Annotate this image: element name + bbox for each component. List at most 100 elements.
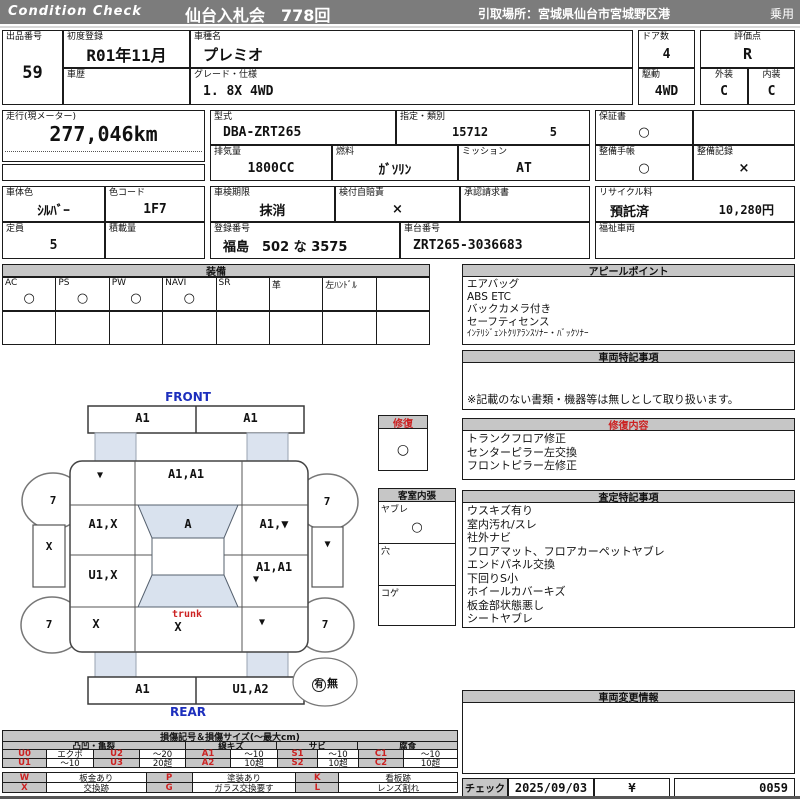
change-info-header: 車両変更情報 — [462, 690, 795, 704]
separator — [0, 26, 800, 28]
legend-row-2: U1 〜10 U3 20超 A2 10超 S2 10超 C2 10超 — [2, 758, 458, 769]
lot-number-value: 59 — [22, 62, 43, 83]
check-date: 2025/09/03 — [514, 780, 588, 795]
legend-code: U3 — [93, 758, 140, 768]
sheet-number-box: 0059 — [674, 778, 795, 797]
repair-content-panel: 修復内容 トランクフロア修正 センターピラー左交換 フロントピラー左修正 — [462, 418, 795, 480]
field-maintenance-record: 整備記録 × — [693, 145, 795, 181]
maintenance-book-value: ○ — [638, 160, 650, 176]
equipment-cell-leather: 革 — [270, 278, 324, 310]
field-transmission: ミッション AT — [458, 145, 590, 181]
transmission-value: AT — [516, 160, 532, 176]
tire-depth-front-right: 7 — [323, 495, 331, 508]
mark-rear-door-right: A1,A1 ▼ — [243, 560, 305, 585]
assessment-line: 下回りS小 — [467, 571, 518, 585]
mark-hood-center: A1,A1 — [167, 467, 205, 481]
repair-line: フロントピラー左修正 — [467, 459, 577, 472]
legend-marks-row-2: X 交換跡 G ガラス交換要す L レンズ割れ — [2, 782, 458, 794]
equipment-blank-value — [377, 287, 429, 310]
appeal-line: ｲﾝﾃﾘｼﾞｪﾝﾄｸﾘｱﾗﾝｽｿﾅｰ・ﾊﾞｯｸｿﾅｰ — [467, 329, 589, 339]
vehicle-notes-disclaimer: ※記載のない書類・機器等は無しとして取り扱います。 — [467, 393, 739, 406]
appeal-points-list: エアバッグ ABS ETC バックカメラ付き セーフティセンス ｲﾝﾃﾘｼﾞｪﾝ… — [467, 278, 791, 341]
exterior-grade-value: C — [720, 84, 728, 99]
body-color-value: ｼﾙﾊﾞｰ — [37, 203, 70, 219]
field-capacity: 定員 5 — [2, 222, 105, 259]
field-approval-request: 承認請求書 — [460, 186, 590, 222]
class-number-value: 15712 — [452, 125, 489, 139]
interior-grade-value: C — [767, 84, 776, 99]
assessment-line: フロアマット、フロアカーペットヤブレ — [467, 544, 665, 558]
equipment-empty-cell — [323, 312, 377, 344]
legend-mark-code: L — [295, 782, 340, 793]
field-lot-number: 出品番号 59 — [2, 30, 63, 105]
mark-side-left: X — [45, 540, 53, 553]
score-value: R — [742, 45, 753, 63]
inspection-expiry-value: 抹消 — [259, 203, 286, 219]
mark-rear-door-left: U1,X — [88, 568, 118, 582]
legend-mark-desc: レンズ割れ — [338, 782, 458, 794]
legend-code: A2 — [185, 758, 231, 768]
field-load-capacity: 積載量 — [105, 222, 205, 259]
field-insurance: 検付自賠責 × — [335, 186, 460, 222]
legend-size: 10超 — [230, 758, 278, 769]
tire-depth-front-left: 7 — [49, 494, 57, 507]
equipment-cell-sr: SR — [217, 278, 270, 310]
color-code-value: 1F7 — [143, 201, 167, 217]
equipment-leather-value — [270, 287, 322, 310]
equipment-empty-cell — [110, 312, 164, 344]
field-color-code: 色コード 1F7 — [105, 186, 205, 222]
field-score: 評価点 R — [700, 30, 795, 68]
front-pillar-left-shape — [94, 432, 137, 462]
model-code-value: DBA-ZRT265 — [223, 125, 302, 140]
vehicle-category: 乗用 — [769, 7, 794, 21]
appeal-line: バックカメラ付き — [467, 303, 551, 315]
equipment-header: 装備 — [2, 264, 430, 278]
field-displacement: 排気量 1800CC — [210, 145, 332, 181]
equipment-ac-value: ○ — [23, 291, 35, 306]
fuel-value: ｶﾞｿﾘﾝ — [378, 162, 412, 178]
doors-value: 4 — [662, 46, 671, 62]
legend-code: S2 — [277, 758, 318, 768]
field-grade: グレード・仕様 1. 8X 4WD — [190, 68, 633, 105]
appeal-line: セーフティセンス — [467, 315, 550, 328]
check-inspector-mark: ¥ — [628, 780, 636, 795]
registration-number-value: 福島 502 な 3575 — [223, 240, 348, 255]
drive-value: 4WD — [654, 84, 679, 99]
equipment-sr-value — [217, 287, 269, 310]
field-model-name: 車種名 プレミオ — [190, 30, 633, 68]
equipment-empty-cell — [377, 312, 429, 344]
assessment-notes-header: 査定特記事項 — [462, 490, 795, 504]
equipment-ps-value: ○ — [76, 291, 89, 306]
chassis-number-value: ZRT265-3036683 — [413, 238, 523, 253]
vehicle-notes-panel: 車両特記事項 ※記載のない書類・機器等は無しとして取り扱います。 — [462, 350, 795, 410]
class-sub-value: 5 — [549, 125, 557, 139]
equipment-cell-ac: AC ○ — [3, 278, 57, 310]
field-drive: 駆動 4WD — [638, 68, 695, 105]
repair-line: トランクフロア修正 — [467, 432, 566, 445]
legend-mark-code: G — [145, 782, 193, 793]
assessment-line: 社外ナビ — [467, 531, 511, 544]
class-number-label: 指定・類別 — [400, 112, 446, 122]
check-inspector-box: ¥ — [594, 778, 670, 797]
vehicle-notes-header: 車両特記事項 — [462, 350, 795, 364]
maintenance-record-value: × — [738, 160, 750, 176]
recycle-fee-label: リサイクル料 — [599, 188, 653, 198]
tire-depth-rear-left: 7 — [45, 618, 53, 631]
field-interior-grade: 内装 C — [748, 68, 795, 105]
spare-no: 無 — [327, 677, 338, 690]
change-info-panel: 車両変更情報 — [462, 690, 795, 774]
equipment-lhd-value — [323, 287, 375, 310]
grade-value: 1. 8X 4WD — [203, 84, 274, 99]
equipment-empty-cell — [3, 312, 57, 344]
sheet-number: 0059 — [759, 780, 788, 795]
front-pillar-right-shape — [246, 432, 289, 462]
recycle-fee-value: 10,280円 — [718, 203, 774, 217]
rear-window-shape — [137, 574, 239, 608]
mark-windshield: A — [184, 517, 192, 531]
field-inspection-expiry: 車検期限 抹消 — [210, 186, 335, 222]
bottom-rule — [0, 796, 800, 799]
equipment-row: AC ○ PS ○ PW ○ NAVI ○ SR 革 左ﾊﾝﾄﾞﾙ — [2, 277, 430, 311]
assessment-line: ウスキズ有り — [467, 504, 533, 517]
mark-rear-door-right-line2: ▼ — [253, 574, 260, 585]
rear-pillar-left-shape — [94, 651, 137, 678]
